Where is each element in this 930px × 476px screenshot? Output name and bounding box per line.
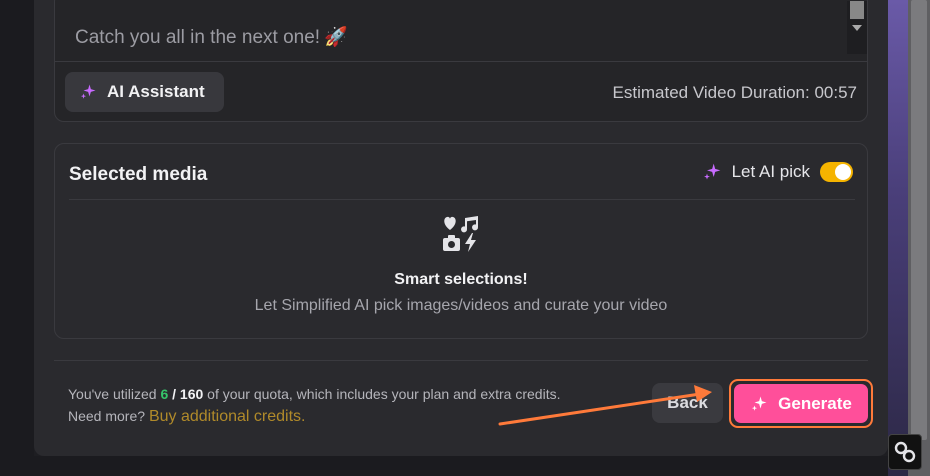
let-ai-pick-control: Let AI pick [702, 162, 853, 182]
script-card: Catch you all in the next one! 🚀 AI Assis… [54, 0, 868, 122]
quota-separator: / [168, 386, 180, 402]
toggle-knob [835, 164, 851, 180]
ai-assistant-button[interactable]: AI Assistant [65, 72, 224, 112]
media-collage-icon [443, 216, 479, 252]
back-button[interactable]: Back [652, 383, 723, 423]
scroll-down-arrow-icon[interactable] [852, 25, 862, 31]
generate-button[interactable]: Generate [734, 384, 868, 423]
link-badge[interactable] [888, 434, 922, 470]
quota-suffix: of your quota, which includes your plan … [203, 386, 561, 402]
quota-line: You've utilized 6 / 160 of your quota, w… [68, 383, 560, 405]
script-divider [55, 61, 867, 62]
quota-prefix: You've utilized [68, 386, 161, 402]
let-ai-pick-toggle[interactable] [820, 162, 853, 182]
estimated-duration: Estimated Video Duration: 00:57 [612, 83, 857, 102]
selected-media-card: Selected media Let AI pick Smart selecti… [54, 143, 868, 339]
background-gradient-strip [888, 0, 908, 476]
page-scrollbar-thumb[interactable] [911, 0, 927, 440]
sparkle-icon [752, 396, 767, 411]
let-ai-pick-label: Let AI pick [731, 162, 810, 181]
smart-selections-description: Let Simplified AI pick images/videos and… [254, 297, 668, 314]
sparkle-icon [703, 163, 720, 180]
generate-label: Generate [778, 393, 852, 413]
page-scrollbar[interactable] [908, 0, 930, 476]
script-text-line: Catch you all in the next one! [75, 27, 321, 48]
script-scrollbar-thumb[interactable] [850, 1, 864, 19]
need-more-line: Need more? Buy additional credits. [68, 405, 560, 428]
buy-credits-link[interactable]: Buy additional credits. [149, 408, 306, 425]
need-more-text: Need more? [68, 408, 149, 424]
page-left-margin [0, 0, 34, 476]
video-generator-panel: Catch you all in the next one! 🚀 AI Assis… [34, 0, 888, 456]
page-bottom-margin [34, 456, 888, 476]
rocket-emoji: 🚀 [324, 27, 348, 48]
quota-info: You've utilized 6 / 160 of your quota, w… [68, 383, 560, 428]
script-textarea[interactable]: Catch you all in the next one! 🚀 [75, 25, 348, 49]
media-divider [69, 199, 855, 200]
link-icon [894, 441, 916, 463]
smart-selections-title: Smart selections! [394, 271, 528, 288]
selected-media-title: Selected media [69, 164, 208, 185]
quota-total: 160 [179, 386, 204, 402]
ai-assistant-label: AI Assistant [107, 82, 205, 101]
footer-divider [54, 360, 868, 361]
sparkle-icon [80, 84, 96, 99]
script-scrollbar[interactable] [847, 1, 867, 54]
